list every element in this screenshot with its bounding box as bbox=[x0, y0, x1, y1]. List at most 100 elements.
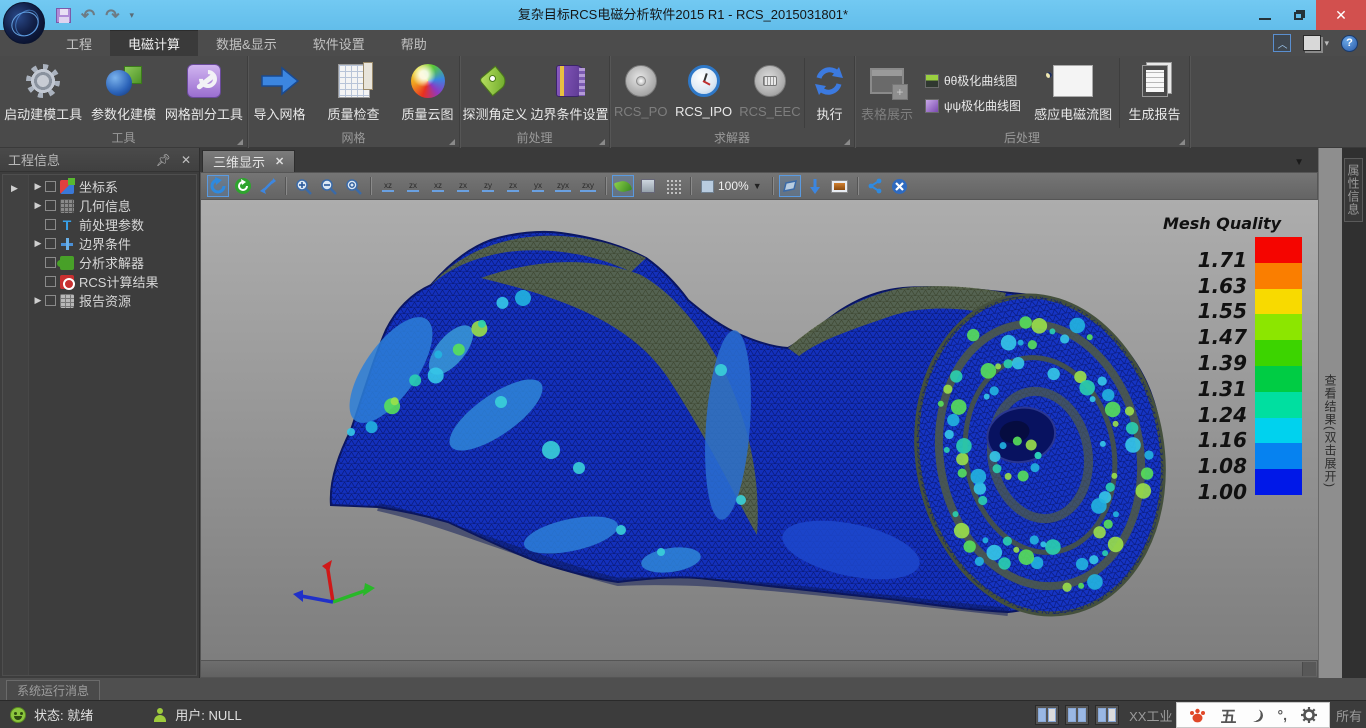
device-icon[interactable] bbox=[1303, 35, 1321, 51]
group-expand-icon[interactable] bbox=[844, 139, 850, 145]
group-expand-icon[interactable] bbox=[599, 139, 605, 145]
ime-paw-icon[interactable] bbox=[1189, 707, 1206, 723]
view-orientation-icon[interactable]: xz bbox=[382, 181, 394, 192]
table-show-button[interactable]: 表格展示 bbox=[855, 58, 919, 128]
checkbox[interactable] bbox=[45, 238, 56, 249]
checkbox[interactable] bbox=[45, 257, 56, 268]
tab-list-dropdown-icon[interactable]: ▼ bbox=[1294, 157, 1304, 168]
horizontal-scrollbar[interactable] bbox=[200, 660, 1318, 678]
system-message-tab[interactable]: 系统运行消息 bbox=[6, 680, 100, 700]
tab-close-icon[interactable]: ✕ bbox=[275, 155, 284, 168]
layout-side-icon[interactable] bbox=[1095, 705, 1119, 725]
3d-viewport[interactable]: Mesh Quality 1.711.631.551.471.391.311.2… bbox=[200, 200, 1318, 660]
pan-resize-icon[interactable] bbox=[257, 175, 279, 197]
rcs-po-button[interactable]: RCS_PO bbox=[610, 58, 671, 128]
tree-item-coordinate-system[interactable]: ▶ 坐标系 bbox=[29, 177, 196, 196]
wireframe-render-icon[interactable] bbox=[662, 175, 684, 197]
app-logo-icon[interactable] bbox=[3, 2, 45, 44]
probe-angle-button[interactable]: 探测角定义 bbox=[460, 58, 530, 128]
menu-tab-engineering[interactable]: 工程 bbox=[48, 30, 110, 56]
expander-icon[interactable]: ▶ bbox=[31, 238, 45, 249]
zoom-extents-icon[interactable] bbox=[342, 175, 364, 197]
device-dropdown-icon[interactable]: ▾ bbox=[1324, 38, 1329, 49]
tree-item-preprocess-params[interactable]: T 前处理参数 bbox=[29, 215, 196, 234]
psi-polar-curve-button[interactable]: ψψ极化曲线图 bbox=[925, 97, 1021, 114]
checkbox[interactable] bbox=[45, 219, 56, 230]
ime-wubi-mode[interactable]: 五 bbox=[1220, 703, 1236, 727]
theta-polar-curve-button[interactable]: θθ极化曲线图 bbox=[925, 72, 1021, 89]
tree-item-rcs-results[interactable]: RCS计算结果 bbox=[29, 272, 196, 291]
tree-item-geometry-info[interactable]: ▶ 几何信息 bbox=[29, 196, 196, 215]
save-icon[interactable] bbox=[56, 8, 71, 23]
ime-toolbar[interactable]: 五 °, bbox=[1176, 702, 1330, 728]
previous-view-icon[interactable] bbox=[779, 175, 801, 197]
refresh-view-icon[interactable] bbox=[232, 175, 254, 197]
import-mesh-button[interactable]: 导入网格 bbox=[243, 58, 317, 128]
capture-image-icon[interactable] bbox=[829, 175, 851, 197]
checkbox[interactable] bbox=[45, 295, 56, 306]
orbit-rotate-icon[interactable] bbox=[207, 175, 229, 197]
ime-fullwidth-icon[interactable] bbox=[1250, 709, 1263, 722]
execute-button[interactable]: 执行 bbox=[804, 58, 854, 128]
property-panel-tab[interactable]: 属性信息 bbox=[1344, 158, 1363, 222]
minimize-button[interactable] bbox=[1248, 0, 1282, 30]
layout-single-icon[interactable] bbox=[1035, 705, 1059, 725]
checkbox[interactable] bbox=[45, 181, 56, 192]
menu-tab-data-display[interactable]: 数据&显示 bbox=[198, 30, 295, 56]
zoom-out-icon[interactable] bbox=[317, 175, 339, 197]
view-orientation-icon[interactable]: zyx bbox=[555, 181, 571, 192]
share-icon[interactable] bbox=[864, 175, 886, 197]
flat-render-icon[interactable] bbox=[637, 175, 659, 197]
mesh-partition-tool-button[interactable]: 网格剖分工具 bbox=[161, 58, 247, 128]
boundary-condition-button[interactable]: 边界条件设置 bbox=[530, 58, 609, 128]
redo-icon[interactable]: ↷ bbox=[105, 8, 119, 23]
tree-item-analysis-solver[interactable]: 分析求解器 bbox=[29, 253, 196, 272]
menu-tab-em-compute[interactable]: 电磁计算 bbox=[110, 30, 198, 56]
parametric-modeling-button[interactable]: 参数化建模 bbox=[86, 58, 161, 128]
induced-current-map-button[interactable]: 感应电磁流图 bbox=[1027, 58, 1119, 128]
shaded-render-icon[interactable] bbox=[612, 175, 634, 197]
results-panel-tab[interactable]: 查看结果(双击展开) bbox=[1322, 374, 1339, 488]
collapse-ribbon-icon[interactable]: ︿ bbox=[1273, 34, 1291, 52]
quick-access-dropdown-icon[interactable]: ▾ bbox=[130, 10, 135, 21]
rcs-eec-button[interactable]: RCS_EEC bbox=[736, 58, 804, 128]
view-orientation-icon[interactable]: yx bbox=[532, 181, 544, 192]
tab-3d-display[interactable]: 三维显示 ✕ bbox=[202, 150, 295, 172]
expander-icon[interactable]: ▶ bbox=[31, 200, 45, 211]
quality-check-button[interactable]: 质量检查 bbox=[317, 58, 391, 128]
tree-item-report-resources[interactable]: ▶ 报告资源 bbox=[29, 291, 196, 310]
gutter-expander-icon[interactable]: ▶ bbox=[11, 183, 18, 194]
menu-tab-settings[interactable]: 软件设置 bbox=[295, 30, 383, 56]
quality-cloud-button[interactable]: 质量云图 bbox=[391, 58, 465, 128]
cancel-icon[interactable] bbox=[889, 175, 911, 197]
view-orientation-icon[interactable]: zx bbox=[507, 181, 519, 192]
group-expand-icon[interactable] bbox=[237, 139, 243, 145]
group-expand-icon[interactable] bbox=[449, 139, 455, 145]
rcs-ipo-button[interactable]: RCS_IPO bbox=[671, 58, 735, 128]
tree-item-boundary-conditions[interactable]: ▶ 边界条件 bbox=[29, 234, 196, 253]
zoom-level-select[interactable]: 100% ▼ bbox=[697, 179, 766, 193]
view-orientation-icon[interactable]: zx bbox=[457, 181, 469, 192]
results-collapsed-panel[interactable]: 查看结果(双击展开) bbox=[1318, 148, 1342, 678]
menu-tab-help[interactable]: 帮助 bbox=[383, 30, 445, 56]
view-orientation-icon[interactable]: zxy bbox=[580, 181, 596, 192]
restore-button[interactable] bbox=[1282, 0, 1316, 30]
pin-icon[interactable]: 📌︎ bbox=[156, 153, 171, 167]
panel-close-icon[interactable]: ✕ bbox=[181, 153, 191, 167]
checkbox[interactable] bbox=[45, 276, 56, 287]
checkbox[interactable] bbox=[45, 200, 56, 211]
undo-icon[interactable]: ↶ bbox=[81, 8, 95, 23]
zoom-in-icon[interactable] bbox=[292, 175, 314, 197]
launch-modeling-tool-button[interactable]: 启动建模工具 bbox=[0, 58, 86, 128]
generate-report-button[interactable]: 生成报告 bbox=[1119, 58, 1189, 128]
view-orientation-icon[interactable]: xz bbox=[432, 181, 444, 192]
arrow-down-icon[interactable] bbox=[804, 175, 826, 197]
view-orientation-icon[interactable]: zx bbox=[407, 181, 419, 192]
expander-icon[interactable]: ▶ bbox=[31, 181, 45, 192]
ime-punctuation-icon[interactable]: °, bbox=[1277, 707, 1287, 723]
help-icon[interactable]: ? bbox=[1341, 35, 1358, 52]
expander-icon[interactable]: ▶ bbox=[31, 295, 45, 306]
ime-settings-gear-icon[interactable] bbox=[1301, 707, 1317, 723]
view-orientation-icon[interactable]: zy bbox=[482, 181, 494, 192]
close-button[interactable]: ✕ bbox=[1316, 0, 1366, 30]
